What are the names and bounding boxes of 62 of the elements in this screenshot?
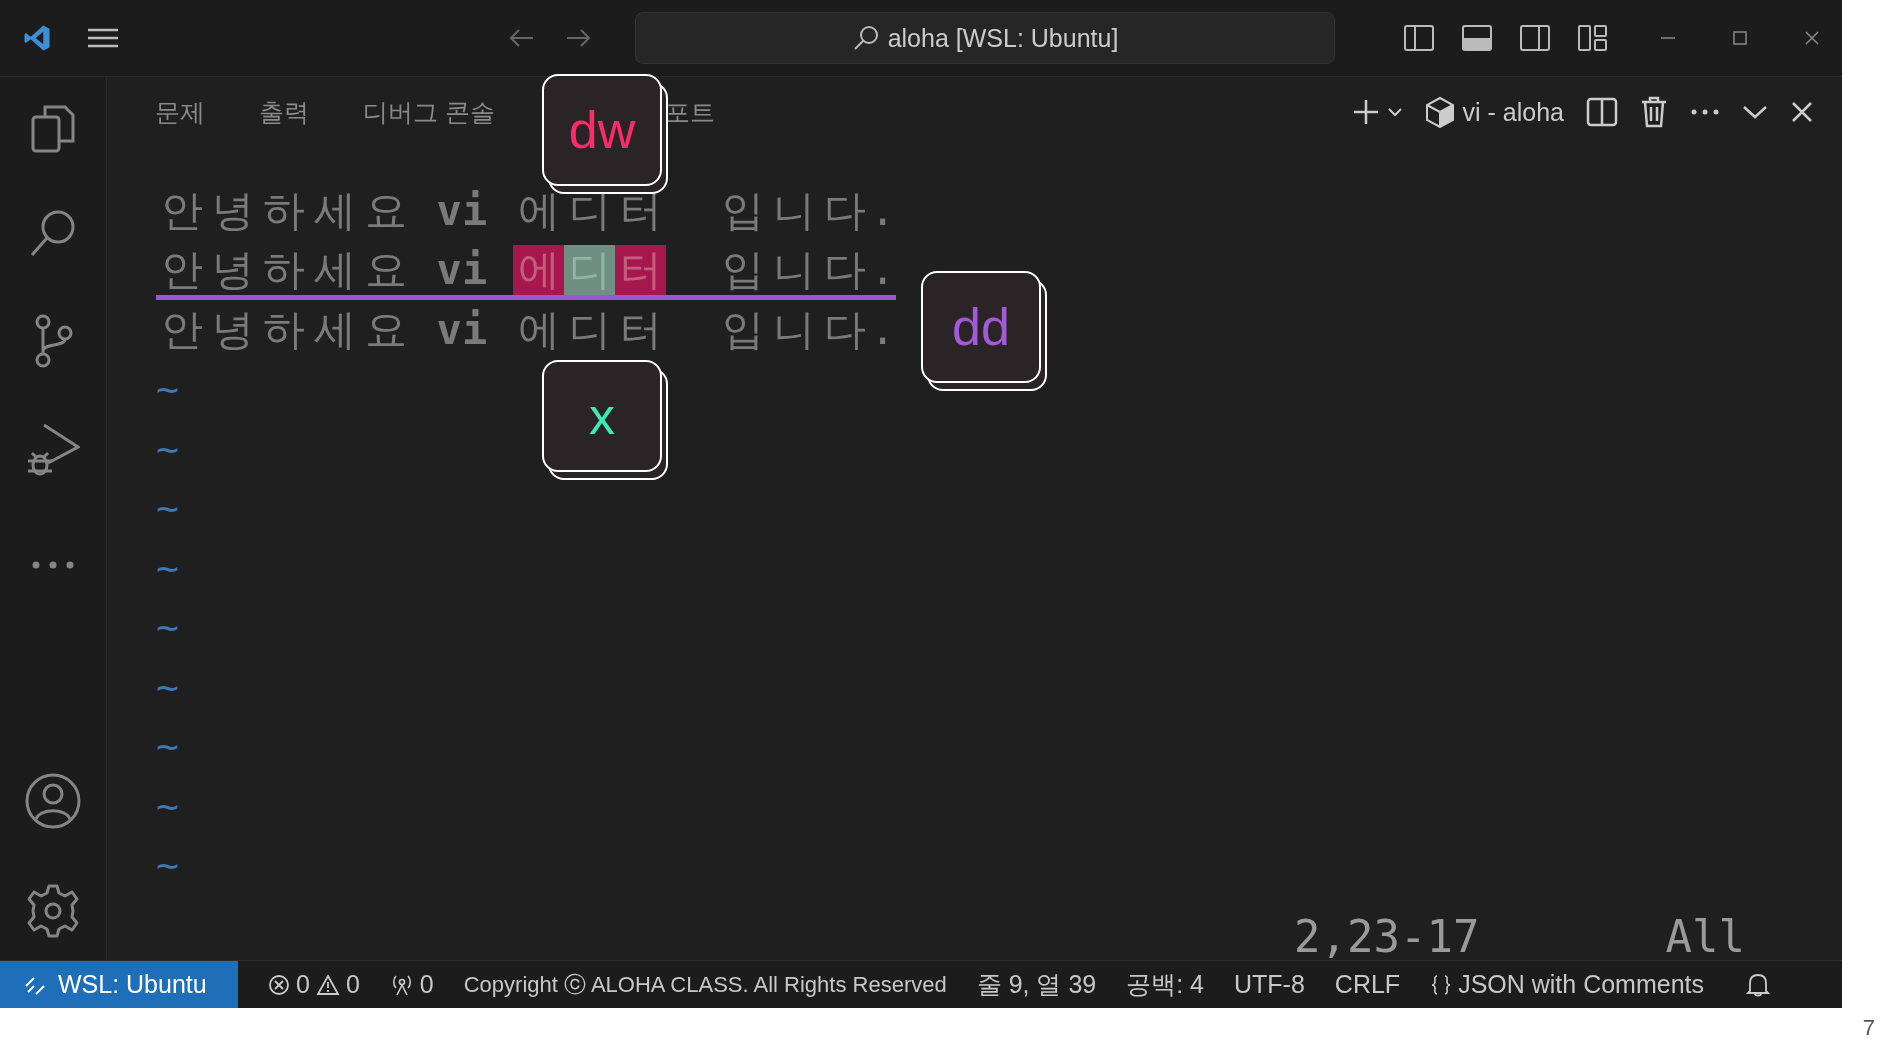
editor-text: 안녕하세요 xyxy=(159,245,408,296)
copyright-text: Copyright ⓒ ALOHA CLASS. All Rights Reserved xyxy=(463,970,947,999)
highlighted-text: 터 xyxy=(615,245,666,296)
chevron-down-icon[interactable] xyxy=(1742,104,1768,120)
app-logo-icon[interactable] xyxy=(22,23,52,53)
chevron-down-icon[interactable] xyxy=(1386,106,1403,118)
sidebar-toggle-icon[interactable] xyxy=(1403,24,1435,52)
maximize-icon[interactable] xyxy=(1731,29,1749,47)
command-center-search[interactable]: aloha [WSL: Ubuntu] xyxy=(635,12,1335,64)
remote-indicator[interactable]: WSL: Ubuntu xyxy=(0,961,238,1008)
empty-line-marker: ~ xyxy=(156,783,179,828)
scroll-position: All xyxy=(1665,911,1745,962)
empty-line-marker: ~ xyxy=(156,843,179,888)
panel-toggle-icon[interactable] xyxy=(1461,24,1493,52)
empty-line-marker: ~ xyxy=(156,486,179,531)
panel-tab[interactable]: 포트 xyxy=(664,95,715,129)
braces-icon xyxy=(1430,973,1453,996)
cursor-position: 2,23-17 xyxy=(1294,911,1480,962)
empty-line-marker: ~ xyxy=(156,545,179,590)
empty-line-marker: ~ xyxy=(156,605,179,650)
bell-icon[interactable] xyxy=(1746,971,1771,998)
editor-text: 안녕하세요 xyxy=(159,304,408,355)
close-icon[interactable] xyxy=(1803,29,1821,47)
run-debug-icon[interactable] xyxy=(26,421,80,477)
line-ending-setting[interactable]: CRLF xyxy=(1334,970,1401,999)
problems-indicator[interactable]: 0 0 xyxy=(268,970,360,999)
page-number: 7 xyxy=(1862,1015,1875,1041)
search-text: aloha [WSL: Ubuntu] xyxy=(887,23,1119,53)
trash-icon[interactable] xyxy=(1640,96,1668,128)
close-icon[interactable] xyxy=(1790,100,1814,124)
editor-text: vi xyxy=(436,304,488,355)
encoding-setting[interactable]: UTF-8 xyxy=(1234,970,1305,999)
warning-icon xyxy=(315,973,340,996)
panel-tab[interactable]: 문제 xyxy=(155,95,205,129)
files-icon[interactable] xyxy=(29,103,77,155)
editor-text: 에디터 입니다. xyxy=(516,185,896,236)
secondary-sidebar-icon[interactable] xyxy=(1519,24,1551,52)
terminal-selector[interactable]: vi - aloha xyxy=(1424,96,1564,128)
highlighted-text: 에 xyxy=(513,245,564,296)
panel-tab[interactable]: 디버그 콘솔 xyxy=(363,95,495,129)
empty-line-marker: ~ xyxy=(156,724,179,769)
error-icon xyxy=(268,973,290,996)
layout-icon[interactable] xyxy=(1577,24,1609,52)
more-icon[interactable] xyxy=(1690,108,1720,116)
split-icon[interactable] xyxy=(1586,97,1618,127)
cursor-line-column[interactable]: 줄 9, 열 39 xyxy=(976,968,1097,1001)
editor-text: vi xyxy=(436,185,488,236)
empty-line-marker: ~ xyxy=(156,367,179,412)
editor-text: 입니다. xyxy=(720,245,896,296)
cube-icon xyxy=(1424,96,1455,128)
editor-text: 에 디 터 입니다. xyxy=(516,304,896,355)
panel-tab[interactable]: 출력 xyxy=(259,95,309,129)
editor-text: 안녕하세요 xyxy=(159,185,408,236)
empty-line-marker: ~ xyxy=(156,426,179,471)
account-icon[interactable] xyxy=(24,772,82,830)
menu-icon[interactable] xyxy=(86,26,120,50)
editor-text: vi xyxy=(436,245,489,296)
indentation-setting[interactable]: 공백: 4 xyxy=(1126,968,1204,1001)
empty-line-marker: ~ xyxy=(156,664,179,709)
ports-indicator[interactable]: 0 xyxy=(389,970,434,999)
more-icon[interactable] xyxy=(30,559,76,571)
language-mode[interactable]: JSON with Comments xyxy=(1430,970,1705,999)
